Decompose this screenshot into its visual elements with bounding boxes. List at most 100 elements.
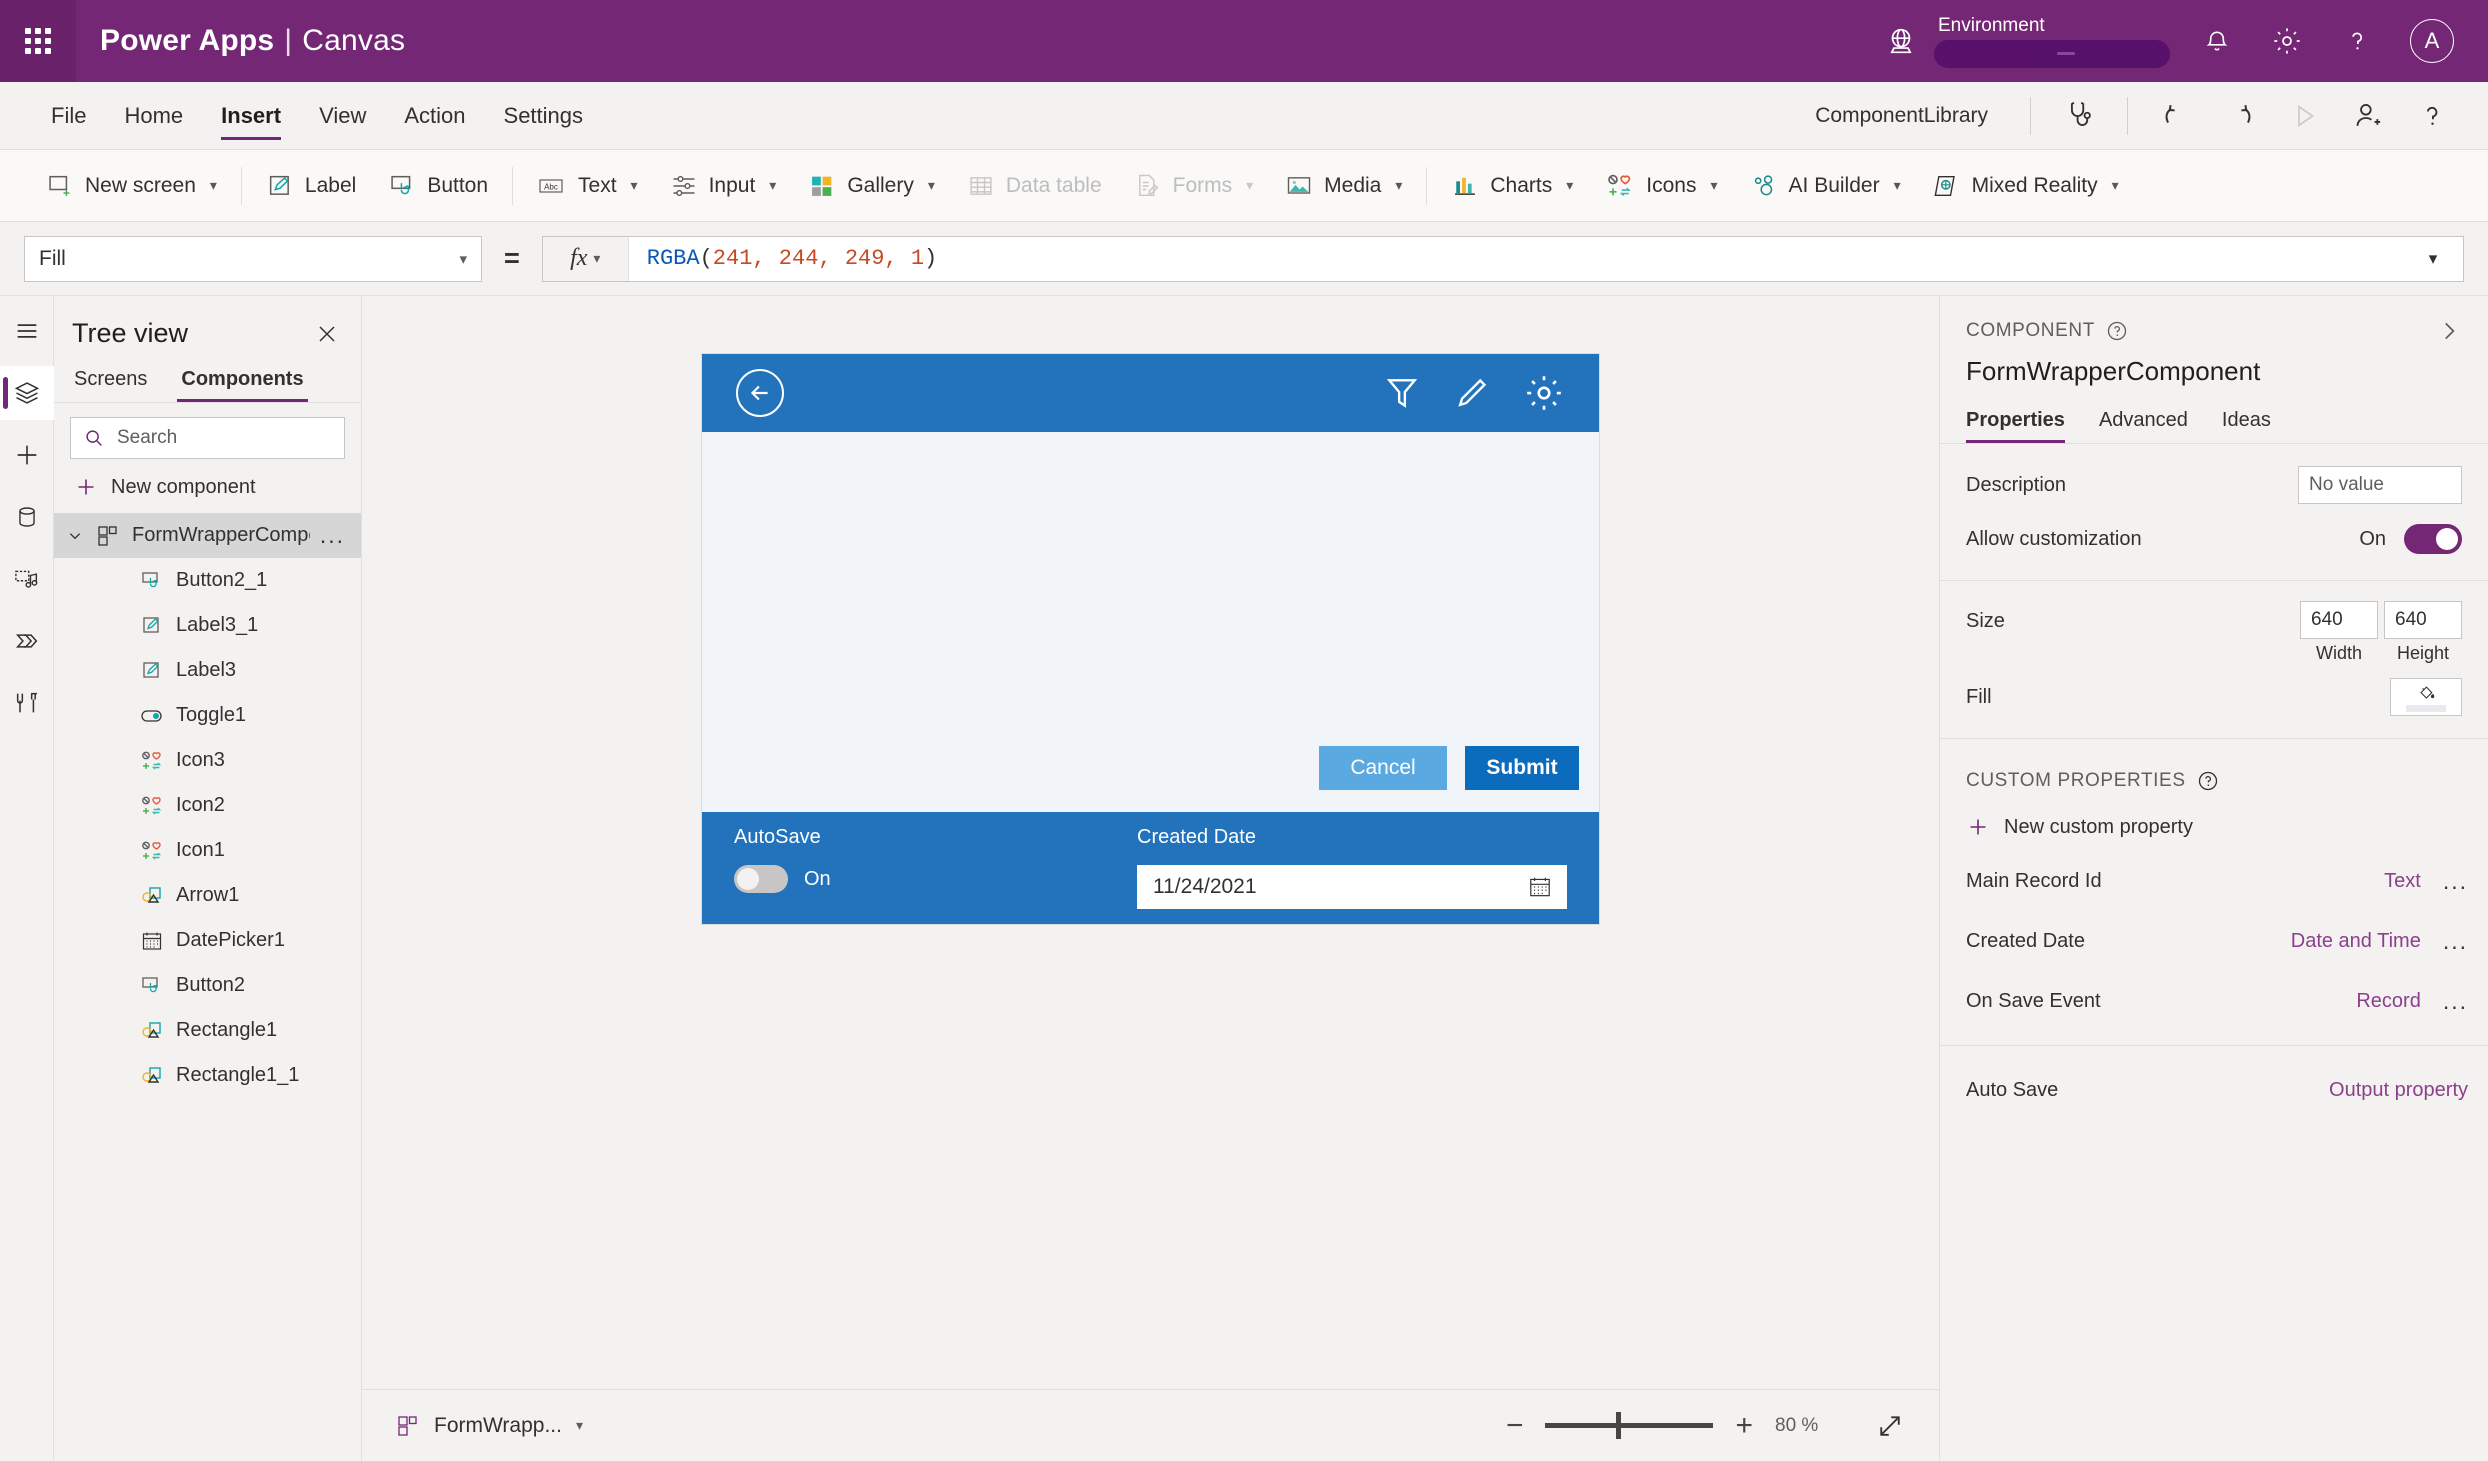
- tree-item-icon3[interactable]: Icon3: [54, 738, 361, 783]
- property-selector[interactable]: Fill ▾: [24, 235, 482, 282]
- tree-item-rectangle1-1[interactable]: Rectangle1_1: [54, 1053, 361, 1098]
- ribbon-charts[interactable]: Charts ▾: [1435, 159, 1589, 213]
- menu-item-insert[interactable]: Insert: [202, 82, 300, 149]
- undo-icon[interactable]: [2150, 90, 2202, 142]
- menu-item-action[interactable]: Action: [385, 82, 484, 149]
- edit-pencil-icon[interactable]: [1453, 374, 1491, 412]
- ribbon-icons[interactable]: Icons ▾: [1589, 159, 1733, 213]
- fill-color-button[interactable]: [2390, 678, 2462, 716]
- rail-item-media[interactable]: [0, 552, 54, 606]
- close-icon[interactable]: [311, 318, 343, 350]
- app-launcher-button[interactable]: [0, 0, 76, 82]
- tab-ideas[interactable]: Ideas: [2222, 409, 2271, 443]
- menu-item-file[interactable]: File: [32, 82, 105, 149]
- tree-item-arrow1[interactable]: Arrow1: [54, 873, 361, 918]
- gear-icon[interactable]: [2270, 24, 2304, 58]
- help-circle-icon[interactable]: [2105, 319, 2129, 343]
- filter-funnel-icon[interactable]: [1383, 374, 1421, 412]
- ribbon-media[interactable]: Media ▾: [1269, 159, 1418, 213]
- tab-screens[interactable]: Screens: [70, 368, 151, 402]
- app-checker-icon[interactable]: [2053, 90, 2105, 142]
- tab-advanced[interactable]: Advanced: [2099, 409, 2188, 443]
- help-icon[interactable]: [2340, 24, 2374, 58]
- ribbon-forms[interactable]: Forms ▾: [1118, 159, 1270, 213]
- rail-item-data[interactable]: [0, 490, 54, 544]
- tree-item-label3-1[interactable]: Label3_1: [54, 603, 361, 648]
- zoom-slider[interactable]: [1545, 1412, 1714, 1439]
- tree-item-formwrappercomponent[interactable]: FormWrapperComponent ...: [54, 513, 361, 558]
- zoom-slider-thumb[interactable]: [1616, 1412, 1622, 1439]
- rail-item-advanced-tools[interactable]: [0, 676, 54, 730]
- allow-customization-toggle[interactable]: [2404, 524, 2462, 554]
- search-input[interactable]: [117, 427, 332, 449]
- custom-property-type[interactable]: Record: [2356, 990, 2420, 1013]
- custom-property-overflow-menu[interactable]: ...: [2443, 988, 2468, 1015]
- tree-item-label3[interactable]: Label3: [54, 648, 361, 693]
- tree-item-icon2[interactable]: Icon2: [54, 783, 361, 828]
- cancel-button[interactable]: Cancel: [1319, 746, 1447, 790]
- autosave-toggle[interactable]: [734, 865, 788, 893]
- tree-item-icon1[interactable]: Icon1: [54, 828, 361, 873]
- zoom-out-button[interactable]: −: [1506, 1410, 1524, 1441]
- gear-icon[interactable]: [1523, 372, 1565, 414]
- custom-property-overflow-menu[interactable]: ...: [2443, 928, 2468, 955]
- help-circle-icon[interactable]: [2196, 769, 2220, 793]
- ribbon-input[interactable]: Input ▾: [654, 159, 793, 213]
- notification-bell-icon[interactable]: [2200, 24, 2234, 58]
- tree-item-overflow-menu[interactable]: ...: [320, 522, 361, 549]
- ribbon-new-screen[interactable]: New screen ▾: [30, 159, 233, 213]
- chevron-right-icon[interactable]: [2436, 318, 2462, 344]
- ribbon-mixed-reality[interactable]: Mixed Reality ▾: [1917, 159, 2135, 213]
- created-date-picker[interactable]: 11/24/2021: [1137, 865, 1567, 909]
- component-selector[interactable]: FormWrapp... ▾: [396, 1414, 583, 1438]
- ribbon-text[interactable]: Abc Text ▾: [521, 159, 654, 213]
- tab-components[interactable]: Components: [177, 368, 308, 402]
- tree-item-button2[interactable]: Button2: [54, 963, 361, 1008]
- back-arrow-icon[interactable]: [736, 369, 784, 417]
- share-user-icon[interactable]: [2342, 90, 2394, 142]
- ribbon-data-table[interactable]: Data table: [951, 159, 1118, 213]
- description-input[interactable]: [2298, 466, 2462, 504]
- output-property-auto-save[interactable]: Auto Save Output property: [1940, 1060, 2488, 1120]
- custom-property-created-date[interactable]: Created Date Date and Time ...: [1940, 911, 2488, 971]
- custom-property-type[interactable]: Date and Time: [2291, 930, 2421, 953]
- tree-item-toggle1[interactable]: Toggle1: [54, 693, 361, 738]
- environment-picker[interactable]: Environment: [1884, 15, 2170, 68]
- chevron-down-icon[interactable]: [66, 528, 84, 544]
- ribbon-gallery[interactable]: Gallery ▾: [792, 159, 951, 213]
- menu-item-home[interactable]: Home: [105, 82, 202, 149]
- custom-property-on-save-event[interactable]: On Save Event Record ...: [1940, 971, 2488, 1031]
- tree-item-datepicker1[interactable]: DatePicker1: [54, 918, 361, 963]
- ribbon-label-control[interactable]: Label: [250, 159, 372, 213]
- custom-property-type[interactable]: Text: [2384, 870, 2421, 893]
- fx-dropdown-button[interactable]: fx ▾: [542, 236, 629, 281]
- hamburger-menu-icon[interactable]: [0, 304, 54, 358]
- ribbon-ai-builder[interactable]: AI Builder ▾: [1734, 159, 1917, 213]
- component-canvas[interactable]: Cancel Submit AutoSave On Created Date 1…: [702, 354, 1599, 924]
- search-box[interactable]: [70, 417, 345, 459]
- custom-property-main-record-id[interactable]: Main Record Id Text ...: [1940, 851, 2488, 911]
- submit-button[interactable]: Submit: [1465, 746, 1579, 790]
- calendar-icon[interactable]: [1527, 874, 1553, 900]
- formula-expand-button[interactable]: ▾: [2403, 237, 2463, 281]
- avatar[interactable]: A: [2410, 19, 2454, 63]
- new-custom-property-button[interactable]: New custom property: [1940, 793, 2488, 851]
- output-property-type[interactable]: Output property: [2329, 1079, 2468, 1102]
- rail-item-power-automate[interactable]: [0, 614, 54, 668]
- rail-item-insert[interactable]: [0, 428, 54, 482]
- play-preview-icon[interactable]: [2278, 90, 2330, 142]
- redo-icon[interactable]: [2214, 90, 2266, 142]
- menu-item-view[interactable]: View: [300, 82, 385, 149]
- fit-to-screen-icon[interactable]: [1875, 1411, 1905, 1441]
- tree-item-button2-1[interactable]: Button2_1: [54, 558, 361, 603]
- tree-item-rectangle1[interactable]: Rectangle1: [54, 1008, 361, 1053]
- new-component-button[interactable]: New component: [54, 459, 361, 513]
- menu-item-settings[interactable]: Settings: [485, 82, 603, 149]
- rail-item-tree-view[interactable]: [0, 366, 54, 420]
- size-height-input[interactable]: [2384, 601, 2462, 639]
- size-width-input[interactable]: [2300, 601, 2378, 639]
- tab-properties[interactable]: Properties: [1966, 409, 2065, 443]
- help-icon[interactable]: [2406, 90, 2458, 142]
- custom-property-overflow-menu[interactable]: ...: [2443, 868, 2468, 895]
- ribbon-button-control[interactable]: Button: [372, 159, 504, 213]
